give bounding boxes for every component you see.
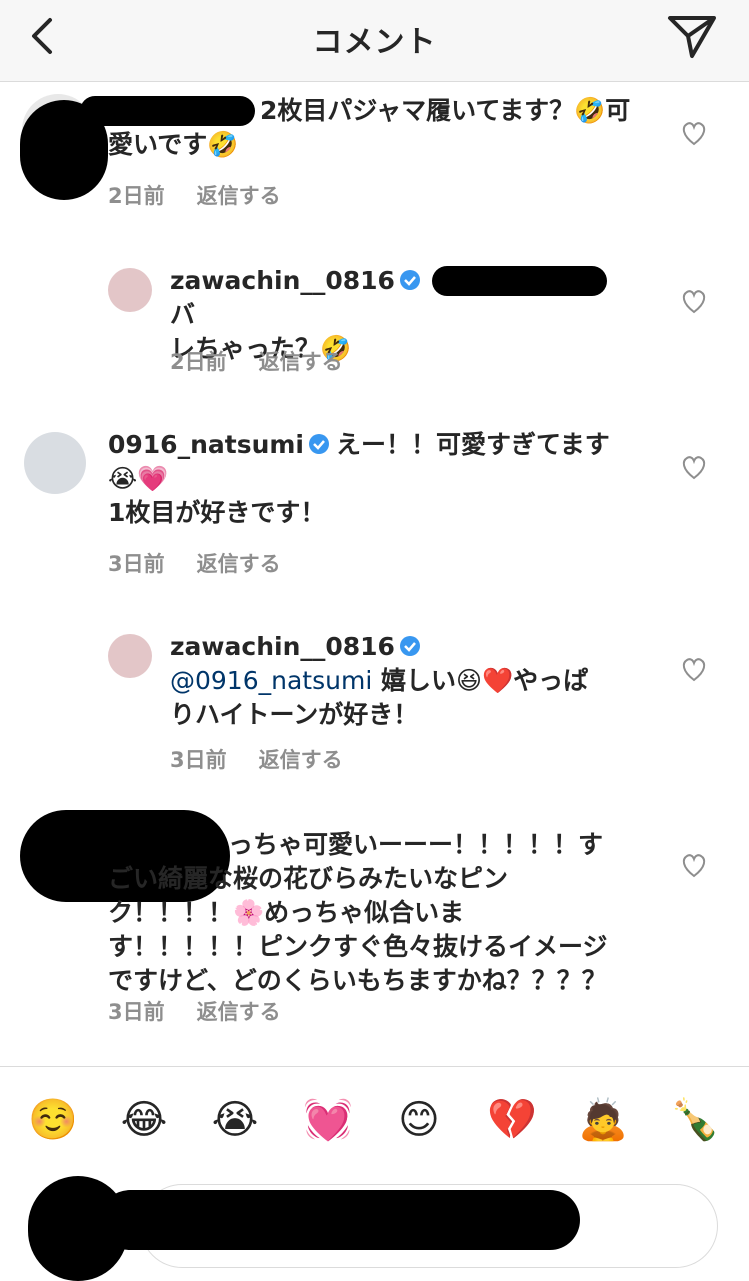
comment-text: っちゃ可愛いーーー！！！！！す ごい綺麗な桜の花びらみたいなピン ク！！！！🌸めっち… <box>108 830 608 995</box>
comment-text: 2枚目パジャマ履いてます？🤣可愛いです🤣 <box>108 96 631 159</box>
emoji-button[interactable]: 😂 <box>119 1095 169 1145</box>
verified-badge-icon <box>399 270 420 290</box>
comment-meta: 2日前 返信する <box>108 180 281 210</box>
page-title: コメント <box>312 25 437 60</box>
comment-meta: 3日前 返信する <box>108 548 281 578</box>
paper-plane-icon[interactable] <box>666 12 718 60</box>
emoji-button[interactable]: 💔 <box>487 1095 537 1145</box>
emoji-button[interactable]: 😭 <box>210 1095 260 1145</box>
reply-button[interactable]: 返信する <box>197 552 281 576</box>
heart-icon[interactable] <box>680 288 708 314</box>
heart-icon[interactable] <box>680 656 708 682</box>
avatar[interactable] <box>108 268 152 312</box>
heart-icon[interactable] <box>680 120 708 146</box>
comment-item: 0916_natsumi えー！！可愛すぎてます 😭💗 1枚目が好きです！ 3日前 返信… <box>0 402 749 612</box>
heart-icon[interactable] <box>680 454 708 480</box>
redaction-blob <box>100 1190 580 1250</box>
comment-time: 2日前 <box>108 184 165 208</box>
comment-time: 3日前 <box>108 1000 165 1024</box>
heart-icon[interactable] <box>680 852 708 878</box>
comment-meta: 3日前 返信する <box>108 996 281 1026</box>
emoji-quick-bar: ☺️ 😂 😭 💓 😊 💔 🙇 🍾 <box>0 1066 749 1176</box>
comment-item: っちゃ可愛いーーー！！！！！す ごい綺麗な桜の花びらみたいなピン ク！！！！🌸めっち… <box>0 802 749 1052</box>
comment-meta: 2日前 返信する <box>170 346 343 376</box>
reply-button[interactable]: 返信する <box>197 184 281 208</box>
verified-badge-icon <box>399 636 420 656</box>
username[interactable]: zawachin__0816 <box>170 632 395 661</box>
avatar[interactable] <box>108 634 152 678</box>
redaction-blob <box>432 266 607 296</box>
reply-button[interactable]: 返信する <box>197 1000 281 1024</box>
comment-text: zawachin__0816 @0916_natsumi 嬉しい😆❤️やっぱ りハイ… <box>170 632 589 729</box>
comment-input-row <box>0 1176 749 1281</box>
comment-time: 2日前 <box>170 350 227 374</box>
verified-badge-icon <box>309 434 329 454</box>
username[interactable]: 0916_natsumi <box>108 430 304 459</box>
comment-reply: zawachin__0816バ レちゃった？🤣 2日前 返信する <box>0 232 749 402</box>
emoji-button[interactable]: ☺️ <box>28 1095 78 1145</box>
emoji-button[interactable]: 😊 <box>394 1095 444 1145</box>
emoji-button[interactable]: 🙇 <box>578 1095 628 1145</box>
username[interactable]: zawachin__0816 <box>170 266 395 295</box>
comment-reply: zawachin__0816 @0916_natsumi 嬉しい😆❤️やっぱ りハイ… <box>0 612 749 802</box>
comment-item: 2枚目パジャマ履いてます？🤣可愛いです🤣 2日前 返信する <box>0 82 749 232</box>
comment-time: 3日前 <box>108 552 165 576</box>
mention-link[interactable]: @0916_natsumi <box>170 666 372 695</box>
reply-button[interactable]: 返信する <box>259 350 343 374</box>
emoji-button[interactable]: 🍾 <box>670 1095 720 1145</box>
reply-button[interactable]: 返信する <box>259 748 343 772</box>
avatar[interactable] <box>24 432 86 494</box>
top-bar: コメント <box>0 0 749 82</box>
comment-time: 3日前 <box>170 748 227 772</box>
emoji-button[interactable]: 💓 <box>303 1095 353 1145</box>
comment-text: 0916_natsumi えー！！可愛すぎてます 😭💗 1枚目が好きです！ <box>108 430 610 527</box>
comment-meta: 3日前 返信する <box>170 744 343 774</box>
